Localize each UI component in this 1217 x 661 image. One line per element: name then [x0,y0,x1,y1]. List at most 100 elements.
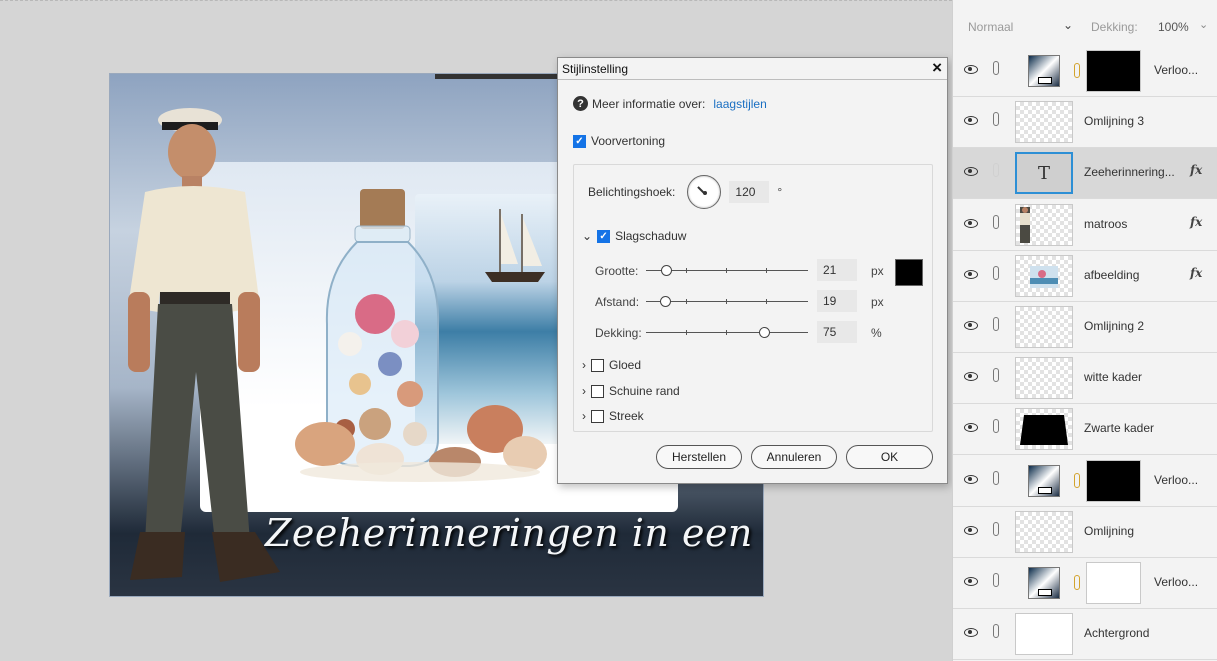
slider-thumb[interactable] [659,296,671,307]
chevron-down-icon[interactable]: ⌄ [1063,18,1073,32]
opacity-input[interactable]: 75 [817,321,857,343]
preview-checkbox[interactable]: ✓ [573,134,586,148]
glow-checkbox[interactable] [591,358,604,372]
distance-slider[interactable] [646,296,808,308]
fx-icon[interactable]: fx [1190,215,1202,229]
chevron-right-icon[interactable]: › [582,409,586,423]
layer-thumbnail[interactable] [1015,101,1073,144]
layer-thumbnail[interactable] [1015,613,1073,656]
layer-thumbnail[interactable] [1015,203,1073,246]
link-icon[interactable] [993,265,999,280]
slider-track [646,332,808,333]
mask-link-icon[interactable] [1074,63,1080,78]
link-icon[interactable] [993,112,999,127]
shadow-color-swatch[interactable] [895,259,923,286]
bevel-checkbox[interactable] [591,384,604,398]
preview-checkbox-row[interactable]: ✓ Voorvertoning [573,134,665,148]
link-icon[interactable] [993,573,999,587]
gradient-fill-thumbnail[interactable] [1028,55,1060,87]
layer-row[interactable]: afbeelding fx [953,251,1217,302]
slider-tick [726,299,727,304]
dialog-titlebar[interactable]: Stijlinstelling × [558,58,947,80]
text-layer-icon[interactable]: T [1015,152,1073,195]
layer-thumbnail[interactable] [1015,254,1073,297]
stroke-row[interactable]: › Streek [582,409,644,423]
link-icon[interactable] [993,624,999,639]
layer-mask-thumbnail[interactable] [1086,562,1141,604]
angle-dial[interactable] [687,175,722,209]
distance-input[interactable]: 19 [817,290,857,312]
chevron-down-icon[interactable]: ⌄ [1199,18,1208,31]
fx-icon[interactable]: fx [1190,266,1202,280]
ok-button[interactable]: OK [846,445,933,469]
mask-link-icon[interactable] [1074,575,1080,590]
layer-row[interactable]: Verloo... [953,558,1217,609]
link-icon[interactable] [993,163,999,178]
eye-icon[interactable] [964,167,978,177]
layers-panel[interactable]: Normaal ⌄ Dekking: 100% ⌄ Verloo... Omlij… [952,0,1217,661]
chevron-right-icon[interactable]: › [582,384,586,398]
layer-row[interactable]: Omlijning 3 [953,97,1217,149]
link-icon[interactable] [993,61,999,75]
eye-icon[interactable] [964,65,978,74]
slider-thumb[interactable] [661,265,673,276]
layer-thumbnail[interactable] [1015,510,1073,553]
link-icon[interactable] [993,470,999,485]
opacity-slider[interactable] [646,327,808,339]
link-icon[interactable] [993,521,999,536]
eye-icon[interactable] [964,423,978,433]
layer-thumbnail[interactable] [1015,357,1073,400]
bevel-row[interactable]: › Schuine rand [582,384,680,398]
link-icon[interactable] [993,214,999,229]
layer-row[interactable]: Verloo... [953,456,1217,507]
link-icon[interactable] [993,368,999,383]
layer-thumbnail[interactable] [1015,408,1073,451]
size-input[interactable]: 21 [817,259,857,281]
size-label: Grootte: [595,264,639,278]
link-icon[interactable] [993,317,999,331]
angle-row: Belichtingshoek: 120 ° [588,175,782,209]
drop-shadow-checkbox[interactable]: ✓ [597,229,611,243]
layer-row[interactable]: matroos fx [953,200,1217,251]
layer-style-dialog[interactable]: Stijlinstelling × ? Meer informatie over… [557,57,948,484]
eye-icon[interactable] [964,372,978,382]
gradient-fill-thumbnail[interactable] [1028,464,1060,497]
layer-opacity-input[interactable]: 100% [1158,20,1189,34]
link-icon[interactable] [993,419,999,434]
eye-icon[interactable] [964,321,978,330]
layer-thumbnail[interactable] [1015,306,1073,348]
stroke-checkbox[interactable] [591,409,604,423]
layer-row[interactable]: witte kader [953,353,1217,405]
layer-row[interactable]: T Zeeherinnering... fx [953,148,1217,200]
layer-row[interactable]: Omlijning [953,507,1217,558]
cancel-button[interactable]: Annuleren [751,445,837,469]
layer-row[interactable]: Zwarte kader [953,404,1217,456]
chevron-right-icon[interactable]: › [582,358,586,372]
layer-mask-thumbnail[interactable] [1086,50,1141,92]
eye-icon[interactable] [964,525,978,535]
eye-icon[interactable] [964,577,978,586]
chevron-down-icon[interactable]: ⌄ [582,229,592,243]
layer-row[interactable]: Verloo... [953,46,1217,97]
size-slider[interactable] [646,265,808,277]
drop-shadow-row[interactable]: ⌄ ✓ Slagschaduw [582,229,686,243]
eye-icon[interactable] [964,474,978,484]
eye-icon[interactable] [964,116,978,126]
layer-row[interactable]: Omlijning 2 [953,302,1217,353]
glow-row[interactable]: › Gloed [582,358,641,372]
eye-icon[interactable] [964,628,978,638]
fx-icon[interactable]: fx [1190,163,1202,177]
layer-row[interactable]: Achtergrond [953,609,1217,661]
gradient-fill-thumbnail[interactable] [1028,567,1060,599]
eye-icon[interactable] [964,269,978,279]
angle-input[interactable]: 120 [729,181,770,203]
settings-panel: Belichtingshoek: 120 ° ⌄ ✓ Slagschaduw G… [573,164,933,432]
info-link[interactable]: laagstijlen [713,97,766,111]
blend-mode-select[interactable]: Normaal [968,20,1013,34]
close-icon[interactable]: × [932,58,942,78]
reset-button[interactable]: Herstellen [656,445,742,469]
mask-link-icon[interactable] [1074,472,1080,488]
eye-icon[interactable] [964,218,978,228]
slider-thumb[interactable] [759,327,771,338]
layer-mask-thumbnail[interactable] [1086,459,1141,502]
